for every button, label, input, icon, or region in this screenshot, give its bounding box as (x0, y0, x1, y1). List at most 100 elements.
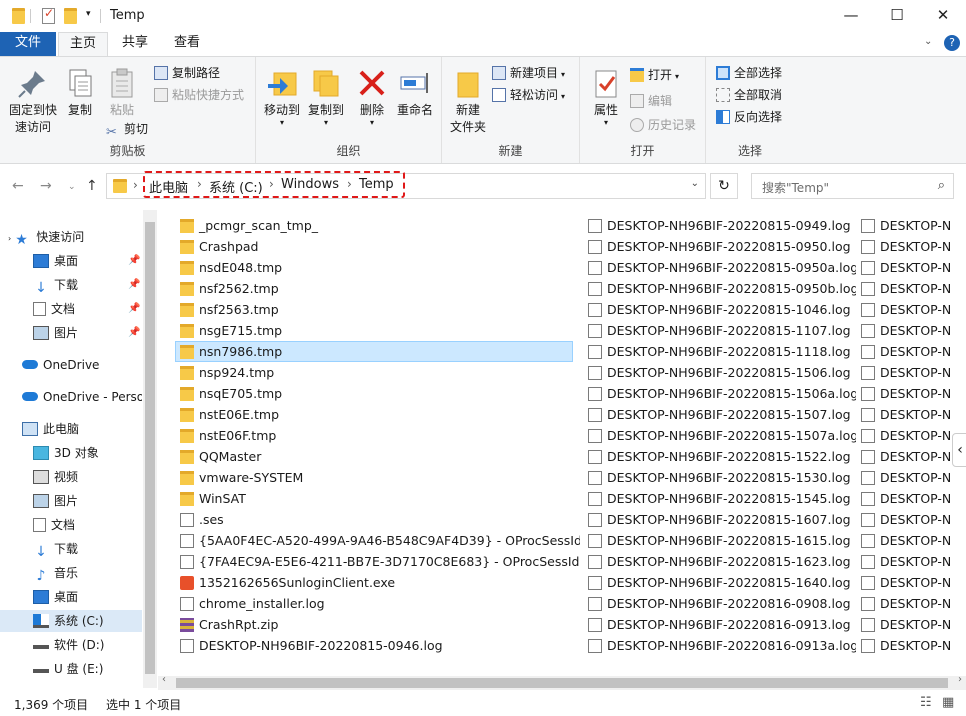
edit-button[interactable]: 编辑 (630, 91, 672, 111)
tab-share[interactable]: 共享 (112, 32, 158, 56)
sidebar-item-pictures[interactable]: 图片 (33, 322, 78, 344)
file-row[interactable]: DESKTOP-NH96BIF-20220816-0913a.log (588, 635, 856, 656)
file-row[interactable]: DESKTOP-N (861, 614, 951, 635)
file-row[interactable]: nsdE048.tmp (180, 257, 580, 278)
paste-shortcut-button[interactable]: 粘贴快捷方式 (154, 85, 244, 105)
file-row[interactable]: nsn7986.tmp (180, 341, 580, 362)
file-row[interactable]: DESKTOP-N (861, 404, 951, 425)
file-row[interactable]: nsf2563.tmp (180, 299, 580, 320)
sidebar-item-pc-downloads[interactable]: ↓ 下载 (33, 538, 78, 560)
invert-selection-button[interactable]: 反向选择 (716, 107, 782, 127)
file-row[interactable]: DESKTOP-NH96BIF-20220815-0950a.log (588, 257, 856, 278)
back-arrow-icon[interactable]: ← (12, 178, 24, 194)
breadcrumb-temp[interactable]: Temp (359, 177, 394, 192)
horizontal-scrollbar-thumb[interactable] (176, 678, 948, 688)
file-row[interactable]: vmware-SYSTEM (180, 467, 580, 488)
file-row[interactable]: DESKTOP-N (861, 383, 951, 404)
minimize-button[interactable]: — (828, 0, 874, 32)
file-row[interactable]: DESKTOP-N (861, 299, 951, 320)
copy-path-button[interactable]: 复制路径 (154, 63, 220, 83)
file-row[interactable]: DESKTOP-NH96BIF-20220815-1530.log (588, 467, 856, 488)
file-row[interactable]: DESKTOP-N (861, 509, 951, 530)
file-row[interactable]: DESKTOP-N (861, 257, 951, 278)
file-row[interactable]: DESKTOP-NH96BIF-20220816-0908.log (588, 593, 856, 614)
sidebar-item-drive-e[interactable]: U 盘 (E:) (33, 658, 103, 680)
pin-quick-access-button[interactable]: 固定到快 速访问 (4, 67, 62, 136)
move-to-button[interactable]: 移动到 ▾ (260, 67, 304, 127)
breadcrumb-system-c[interactable]: 系统 (C:) (209, 177, 263, 196)
file-row[interactable]: DESKTOP-NH96BIF-20220815-1118.log (588, 341, 856, 362)
file-row[interactable]: DESKTOP-N (861, 236, 951, 257)
history-button[interactable]: 历史记录 (630, 115, 696, 135)
file-row[interactable]: nsqE705.tmp (180, 383, 580, 404)
breadcrumb-separator[interactable]: › (133, 178, 138, 192)
file-row[interactable]: {5AA0F4EC-A520-499A-9A46-B548C9AF4D39} -… (180, 530, 580, 551)
sidebar-item-videos[interactable]: 视频 (33, 466, 78, 488)
file-row[interactable]: nsf2562.tmp (180, 278, 580, 299)
file-row[interactable]: DESKTOP-NH96BIF-20220815-1506.log (588, 362, 856, 383)
sidebar-item-music[interactable]: ♪ 音乐 (33, 562, 78, 584)
breadcrumb-separator[interactable]: › (269, 177, 274, 191)
file-row[interactable]: WinSAT (180, 488, 580, 509)
file-row[interactable]: DESKTOP-N (861, 362, 951, 383)
file-row[interactable]: CrashRpt.zip (180, 614, 580, 635)
file-row[interactable]: DESKTOP-N (861, 530, 951, 551)
sidebar-item-drive-c[interactable]: 系统 (C:) (33, 610, 104, 632)
scroll-left-icon[interactable]: ‹ (162, 674, 166, 685)
help-icon[interactable]: ? (944, 35, 960, 51)
tab-view[interactable]: 查看 (164, 32, 210, 56)
new-folder-icon[interactable] (64, 8, 77, 24)
sidebar-item-drive-d[interactable]: 软件 (D:) (33, 634, 104, 656)
breadcrumb-windows[interactable]: Windows (281, 177, 339, 192)
file-row[interactable]: DESKTOP-N (861, 635, 951, 656)
sidebar-item-this-pc[interactable]: 此电脑 (22, 418, 79, 440)
sidebar-item-onedrive[interactable]: OneDrive (22, 354, 99, 376)
file-row[interactable]: 1352162656SunloginClient.exe (180, 572, 580, 593)
details-view-icon[interactable]: ☷ (920, 695, 932, 710)
file-row[interactable]: QQMaster (180, 446, 580, 467)
file-row[interactable]: DESKTOP-N (861, 572, 951, 593)
search-input[interactable]: 搜索"Temp" ⌕ (751, 173, 954, 199)
select-all-button[interactable]: 全部选择 (716, 63, 782, 83)
sidebar-item-downloads[interactable]: ↓ 下载 (33, 274, 78, 296)
file-row[interactable]: DESKTOP-N (861, 551, 951, 572)
recent-dropdown-icon[interactable]: ⌄ (68, 182, 76, 192)
delete-button[interactable]: 删除 ▾ (352, 67, 392, 127)
sidebar-item-documents[interactable]: 文档 (33, 298, 75, 320)
scroll-right-icon[interactable]: › (958, 674, 962, 685)
file-row[interactable]: {7FA4EC9A-E5E6-4211-BB7E-3D7170C8E683} -… (180, 551, 580, 572)
file-row[interactable]: DESKTOP-N (861, 278, 951, 299)
maximize-button[interactable]: ☐ (874, 0, 920, 32)
file-row[interactable]: DESKTOP-NH96BIF-20220815-1607.log (588, 509, 856, 530)
file-row[interactable]: DESKTOP-NH96BIF-20220815-0950b.log (588, 278, 856, 299)
address-dropdown-icon[interactable]: ⌄ (691, 178, 699, 189)
close-button[interactable]: ✕ (920, 0, 966, 32)
large-icons-view-icon[interactable]: ▦ (942, 695, 954, 710)
sidebar-item-pc-desktop[interactable]: 桌面 (33, 586, 78, 608)
chevron-left-icon[interactable]: ‹ (952, 433, 966, 467)
file-row[interactable]: DESKTOP-NH96BIF-20220815-1615.log (588, 530, 856, 551)
file-row[interactable]: DESKTOP-N (861, 425, 951, 446)
sidebar-item-3d-objects[interactable]: 3D 对象 (33, 442, 99, 464)
file-row[interactable]: _pcmgr_scan_tmp_ (180, 215, 580, 236)
file-row[interactable]: DESKTOP-NH96BIF-20220815-1046.log (588, 299, 856, 320)
file-row[interactable]: DESKTOP-N (861, 488, 951, 509)
file-row[interactable]: nsgE715.tmp (180, 320, 580, 341)
copy-button[interactable]: 复制 (60, 67, 100, 119)
up-arrow-icon[interactable]: ↑ (86, 178, 98, 194)
file-row[interactable]: DESKTOP-N (861, 320, 951, 341)
collapse-ribbon-icon[interactable]: ⌄ (924, 36, 932, 47)
new-item-button[interactable]: 新建项目 ▾ (492, 63, 565, 83)
file-row[interactable]: Crashpad (180, 236, 580, 257)
file-row[interactable]: DESKTOP-N (861, 341, 951, 362)
breadcrumb-this-pc[interactable]: 此电脑 (149, 177, 188, 196)
file-row[interactable]: DESKTOP-NH96BIF-20220815-0950.log (588, 236, 856, 257)
nav-scrollbar-thumb[interactable] (145, 222, 155, 674)
file-row[interactable]: DESKTOP-NH96BIF-20220815-0946.log (180, 635, 580, 656)
open-button[interactable]: 打开 ▾ (630, 65, 679, 85)
file-row[interactable]: nsp924.tmp (180, 362, 580, 383)
file-row[interactable]: DESKTOP-NH96BIF-20220815-0949.log (588, 215, 856, 236)
cut-button[interactable]: ✂ 剪切 (106, 119, 148, 140)
file-row[interactable]: DESKTOP-NH96BIF-20220816-0913.log (588, 614, 856, 635)
qat-dropdown-icon[interactable]: ▾ (86, 9, 91, 19)
